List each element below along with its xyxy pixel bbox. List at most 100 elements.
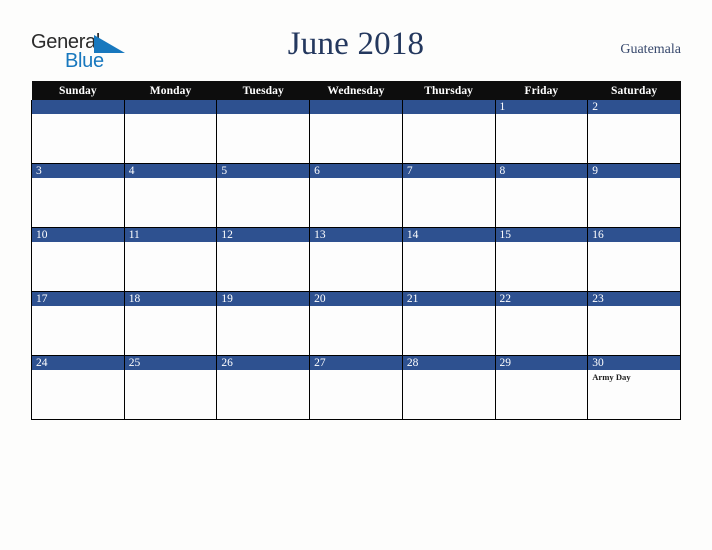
calendar-day-cell[interactable]: 16 — [587, 227, 681, 292]
day-number: 21 — [402, 292, 495, 306]
day-cell-content: 28 — [402, 356, 495, 419]
day-cell-content: 7 — [402, 164, 495, 227]
calendar-day-cell[interactable]: 20 — [309, 291, 403, 356]
day-cell-content — [32, 100, 124, 163]
calendar-day-cell[interactable]: 21 — [401, 291, 496, 356]
calendar-day-cell[interactable]: 29 — [494, 355, 589, 420]
day-cell-content: 11 — [124, 228, 217, 291]
calendar-day-cell[interactable]: 8 — [494, 163, 589, 228]
day-number: 7 — [402, 164, 495, 178]
day-cell-content — [310, 100, 402, 163]
calendar-day-cell[interactable]: 17 — [31, 291, 125, 356]
calendar-day-cell[interactable]: 10 — [31, 227, 125, 292]
calendar-day-cell[interactable]: 9 — [587, 163, 681, 228]
calendar-day-cell[interactable]: 28 — [401, 355, 496, 420]
calendar-day-cell[interactable]: 22 — [494, 291, 589, 356]
calendar-day-cell[interactable] — [401, 100, 496, 164]
calendar-day-cell[interactable]: 24 — [31, 355, 125, 420]
calendar-day-cell[interactable]: 12 — [216, 227, 311, 292]
day-number-empty — [402, 100, 495, 114]
day-cell-content: 26 — [217, 356, 310, 419]
calendar-day-cell[interactable]: 14 — [401, 227, 496, 292]
calendar-day-cell[interactable]: 15 — [494, 227, 589, 292]
calendar-day-cell[interactable] — [216, 100, 311, 164]
calendar-day-cell[interactable]: 3 — [31, 163, 125, 228]
calendar-day-cell[interactable]: 5 — [216, 163, 311, 228]
day-number: 27 — [310, 356, 402, 370]
day-cell-content: 18 — [124, 292, 217, 355]
day-number: 20 — [310, 292, 402, 306]
calendar-day-cell[interactable] — [31, 100, 125, 164]
calendar-day-cell[interactable]: 26 — [216, 355, 311, 420]
calendar-page: General Blue June 2018 Guatemala Sunday … — [0, 0, 712, 550]
day-number: 14 — [402, 228, 495, 242]
calendar-week-row: 17 18 19 20 21 22 23 — [31, 291, 681, 356]
day-number: 2 — [588, 100, 680, 114]
calendar-day-cell[interactable]: 18 — [123, 291, 218, 356]
calendar-week-row: 12 — [31, 100, 681, 164]
day-number: 13 — [310, 228, 402, 242]
day-cell-content — [124, 100, 217, 163]
calendar-day-cell[interactable]: 7 — [401, 163, 496, 228]
day-number: 25 — [124, 356, 217, 370]
day-number: 23 — [588, 292, 680, 306]
day-number: 8 — [495, 164, 588, 178]
day-cell-content: 2 — [588, 100, 680, 163]
page-header: General Blue June 2018 Guatemala — [0, 0, 712, 80]
calendar-day-cell[interactable]: 23 — [587, 291, 681, 356]
weekday-header-sunday: Sunday — [31, 81, 125, 100]
day-number: 6 — [310, 164, 402, 178]
day-number: 16 — [588, 228, 680, 242]
day-number: 12 — [217, 228, 310, 242]
day-number-empty — [310, 100, 402, 114]
calendar-body: 1 2 3 4 5 6 7 8 9 10 11 12 13 14 15 16 17 18 19 20 21 22 23 24 2… — [31, 100, 681, 420]
day-cell-content: 27 — [310, 356, 402, 419]
calendar-day-cell[interactable] — [309, 100, 403, 164]
page-title: June 2018 — [287, 26, 425, 62]
calendar-week-row: 3456789 — [31, 163, 681, 228]
day-cell-content: 6 — [310, 164, 402, 227]
day-number: 17 — [32, 292, 124, 306]
day-number: 9 — [588, 164, 680, 178]
day-cell-content: 16 — [588, 228, 680, 291]
calendar-day-cell[interactable]: 2 — [587, 100, 681, 164]
day-number: 30 — [588, 356, 680, 370]
calendar-day-cell[interactable]: 13 — [309, 227, 403, 292]
day-cell-content: 1 — [495, 100, 588, 163]
calendar-day-cell[interactable]: 30 Army Day — [587, 355, 681, 420]
day-number-empty — [32, 100, 124, 114]
day-number-empty — [217, 100, 310, 114]
calendar-day-cell[interactable]: 25 — [123, 355, 218, 420]
day-cell-content: 19 — [217, 292, 310, 355]
day-cell-content: 24 — [32, 356, 124, 419]
calendar-grid: Sunday Monday Tuesday Wednesday Thursday… — [31, 81, 681, 420]
calendar-week-row: 24 25 26 27 28 29 30 Army Day — [31, 355, 681, 420]
day-number: 19 — [217, 292, 310, 306]
day-number: 15 — [495, 228, 588, 242]
calendar-day-cell[interactable]: 11 — [123, 227, 218, 292]
day-number: 29 — [495, 356, 588, 370]
calendar-week-row: 10 11 12 13 14 15 16 — [31, 227, 681, 292]
day-number: 22 — [495, 292, 588, 306]
day-cell-content: 23 — [588, 292, 680, 355]
day-cell-content: 3 — [32, 164, 124, 227]
day-cell-content: 30 Army Day — [588, 356, 680, 419]
calendar-day-cell[interactable]: 4 — [123, 163, 218, 228]
calendar-day-cell[interactable]: 6 — [309, 163, 403, 228]
weekday-header-thursday: Thursday — [402, 81, 496, 100]
day-cell-content: 20 — [310, 292, 402, 355]
day-cell-content: 5 — [217, 164, 310, 227]
day-number: 28 — [402, 356, 495, 370]
day-cell-content: 17 — [32, 292, 124, 355]
day-cell-content — [217, 100, 310, 163]
day-cell-content: 12 — [217, 228, 310, 291]
day-events: Army Day — [588, 370, 680, 382]
calendar-day-cell[interactable]: 19 — [216, 291, 311, 356]
calendar-day-cell[interactable]: 27 — [309, 355, 403, 420]
weekday-header-friday: Friday — [495, 81, 588, 100]
holiday-event: Army Day — [592, 372, 631, 382]
day-cell-content: 21 — [402, 292, 495, 355]
calendar-day-cell[interactable] — [123, 100, 218, 164]
calendar-day-cell[interactable]: 1 — [494, 100, 589, 164]
day-cell-content: 25 — [124, 356, 217, 419]
